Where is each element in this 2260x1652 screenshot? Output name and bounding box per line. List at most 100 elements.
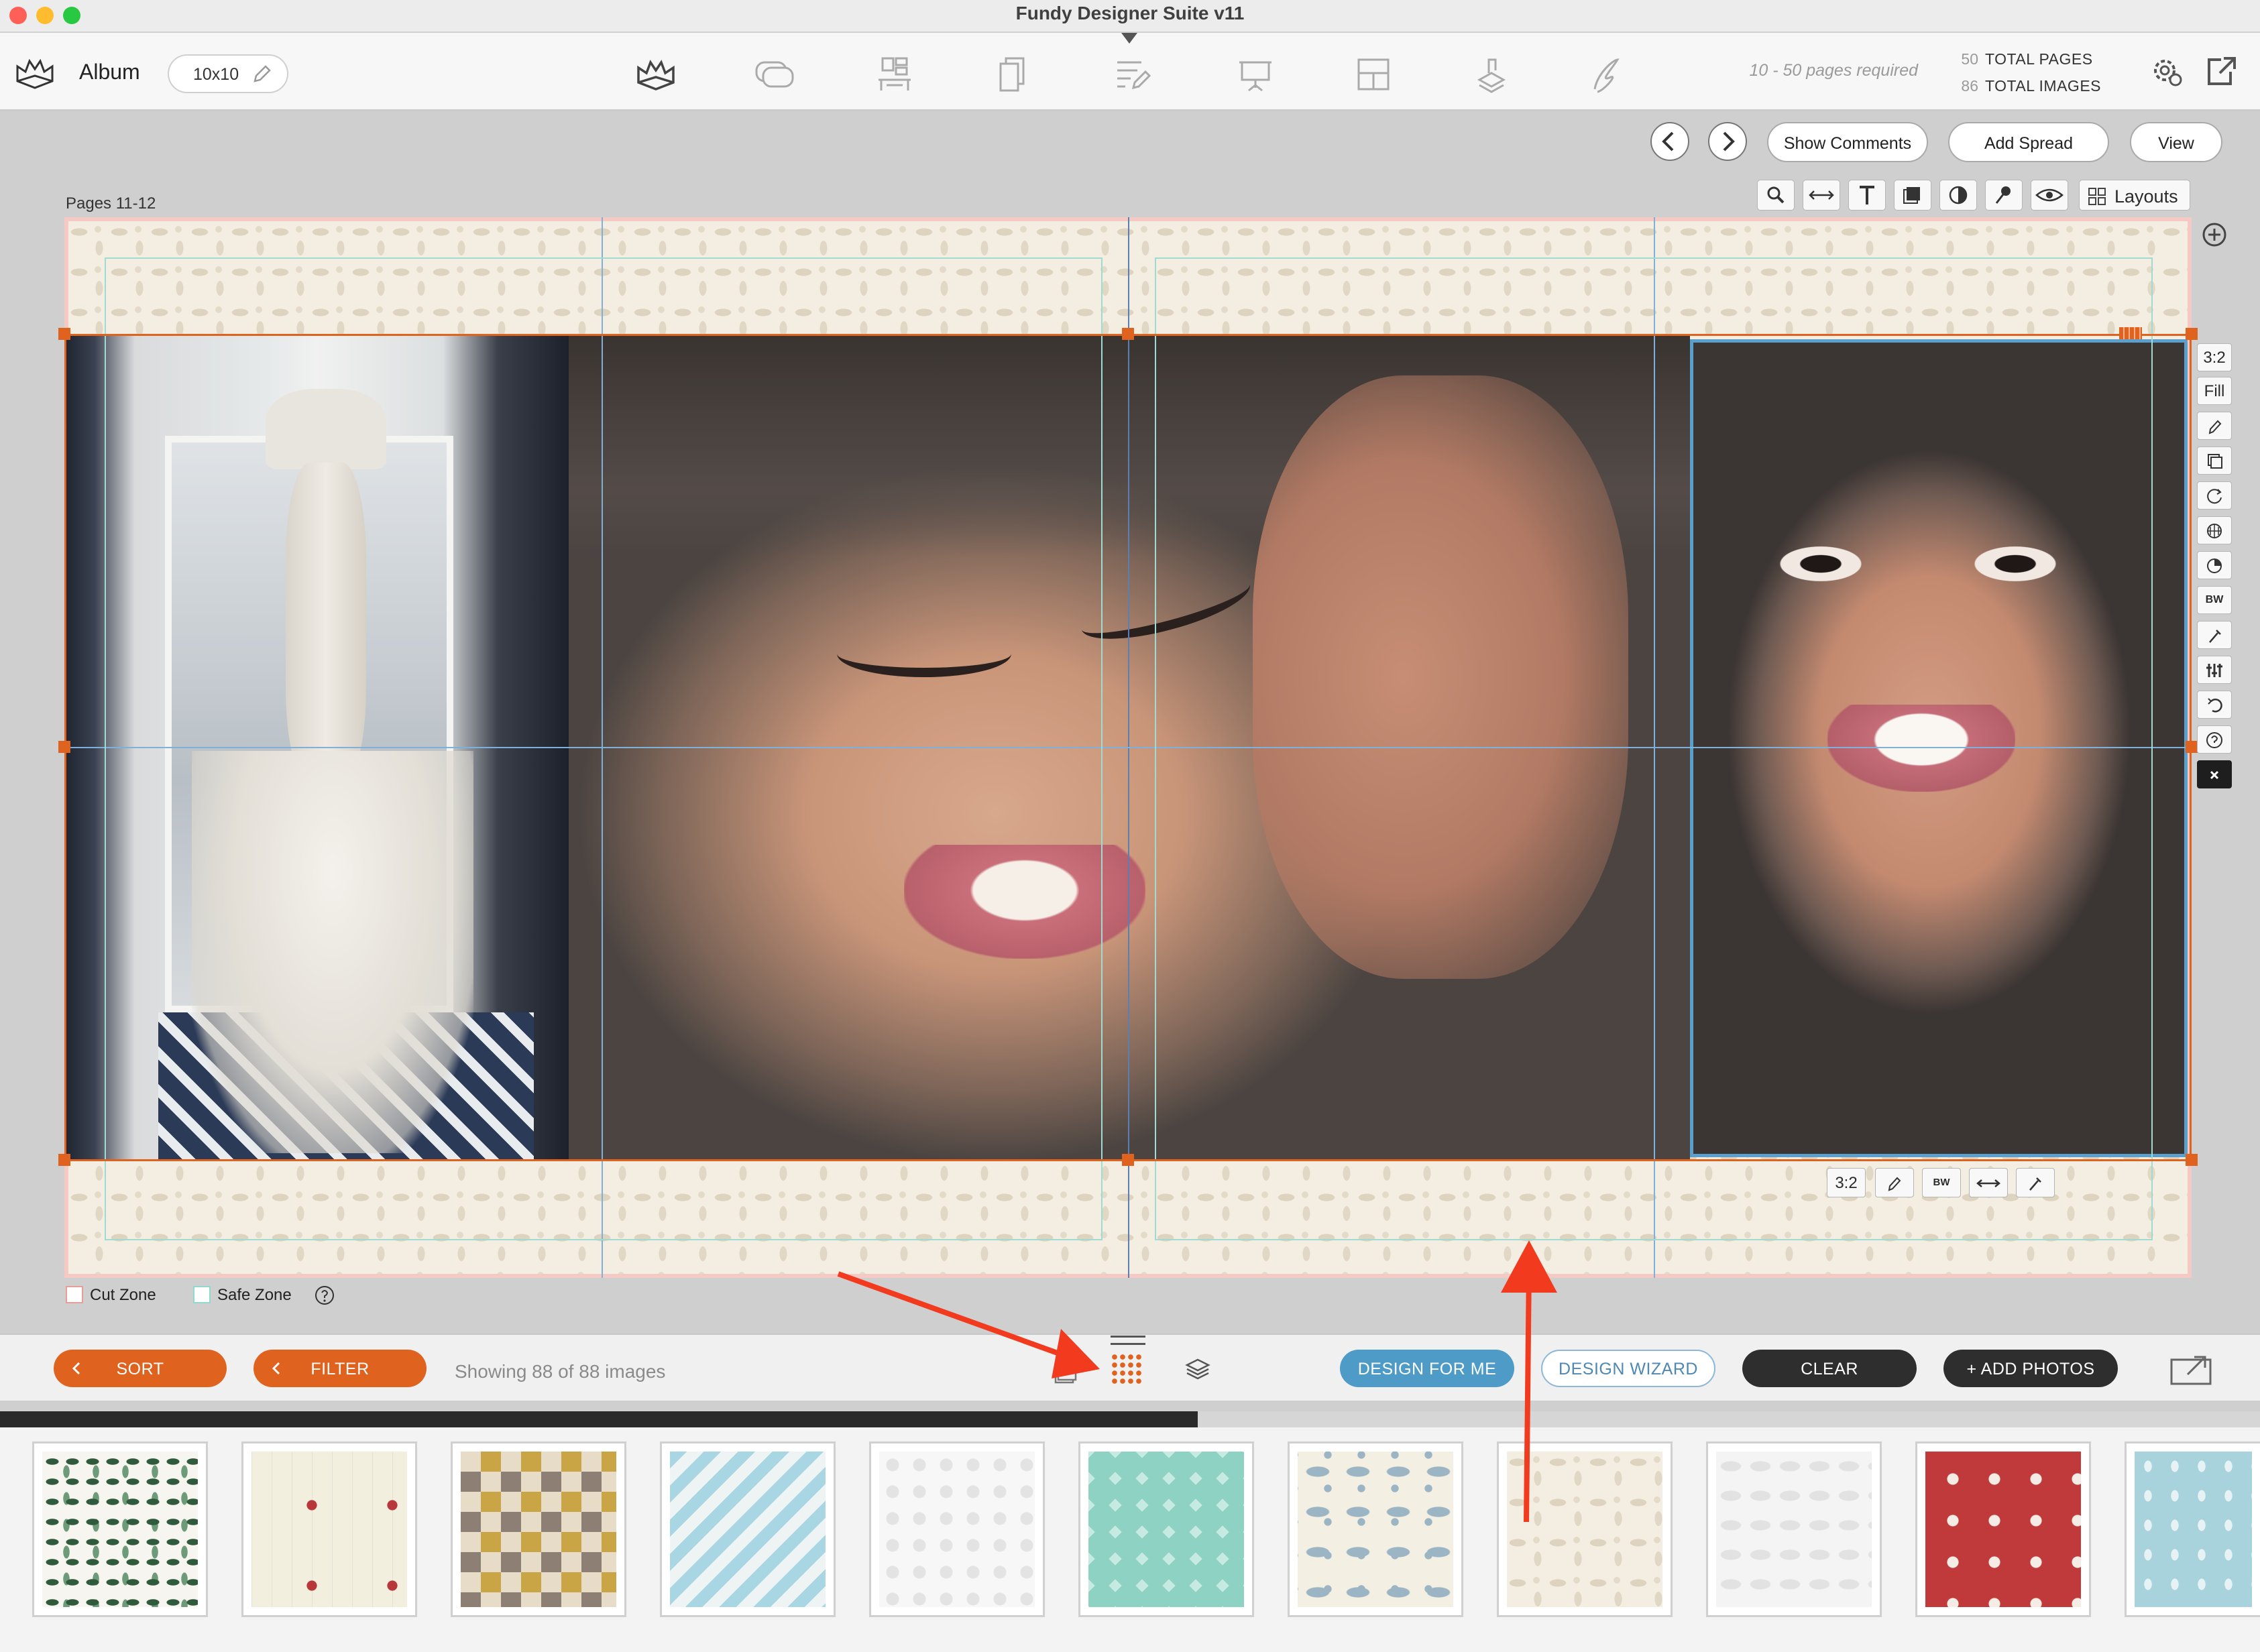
pencil-icon [1888,1177,1901,1191]
slideshow-icon[interactable] [1234,53,1277,96]
question-icon [2206,732,2222,748]
color-adjust-button[interactable] [2197,551,2232,579]
external-window-icon[interactable] [2201,53,2239,91]
color-tool-button[interactable] [1939,180,1977,211]
resize-handle[interactable] [2186,1154,2198,1166]
chevron-left-icon [272,1362,280,1375]
layouts-button[interactable]: Layouts [2079,180,2190,211]
active-tab-indicator [1121,33,1137,44]
crop-grid-button[interactable] [2197,516,2232,544]
blog-collage-icon[interactable] [1352,53,1395,96]
pencil-icon [249,62,272,85]
rotate-button[interactable] [2197,481,2232,510]
chevron-left-icon [72,1362,80,1375]
resize-handle[interactable] [58,741,70,753]
comments-icon[interactable] [752,53,795,96]
resize-handle[interactable] [1122,1154,1134,1166]
filter-label: FILTER [310,1360,370,1378]
preview-tool-button[interactable] [2031,180,2068,211]
background-thumbnail[interactable] [32,1441,208,1617]
album-size-pill[interactable]: 10x10 [168,54,288,93]
drag-grip-icon[interactable] [2119,327,2142,339]
photo-retouch-button[interactable] [2016,1168,2055,1197]
text-tool-button[interactable] [1848,180,1886,211]
album-tab-icon[interactable] [634,53,677,96]
grid-icon [2088,188,2106,205]
wall-art-icon[interactable] [873,53,916,96]
album-size-label: 10x10 [193,65,239,84]
cut-zone-swatch [66,1286,83,1303]
resize-handle[interactable] [58,1154,70,1166]
eyedropper-icon [2029,1177,2041,1191]
adjustments-button[interactable] [2197,656,2232,684]
chevron-left-icon [1662,131,1674,152]
total-images-label: TOTAL IMAGES [1985,77,2101,95]
main-toolbar: Album 10x10 10 - 50 pages required 50 TO… [0,33,2260,111]
total-pages-value: 50 [1961,50,1978,68]
eyedropper-tool-button[interactable] [1985,180,2023,211]
selection-frame[interactable] [64,334,2192,1161]
black-white-button[interactable]: BW [2197,586,2232,614]
resize-handle[interactable] [2186,741,2198,753]
safe-zone-swatch [193,1286,211,1303]
pin-icon [1995,186,2011,204]
show-comments-button[interactable]: Show Comments [1767,122,1928,162]
photo-edit-button[interactable] [1875,1168,1914,1197]
width-tool-button[interactable] [1803,180,1840,211]
shadow-tool-button[interactable] [1894,180,1931,211]
photo-aspect-button[interactable]: 3:2 [1827,1168,1866,1197]
close-icon [2210,770,2219,780]
horizontal-arrows-icon [1976,1179,2000,1187]
text-icon [1860,186,1874,204]
title-bar: Fundy Designer Suite v11 [0,0,2260,32]
edit-pencil-button[interactable] [2197,412,2232,440]
undo-button[interactable] [2197,691,2232,719]
next-spread-button[interactable] [1708,122,1747,161]
view-button[interactable]: View [2130,122,2222,162]
sales-icon[interactable] [1470,53,1513,96]
previous-spread-button[interactable] [1650,122,1689,161]
grid-target-icon [2207,524,2222,538]
remove-image-button[interactable] [2197,760,2232,788]
aspect-ratio-button[interactable]: 3:2 [2197,343,2232,371]
add-spread-button[interactable]: Add Spread [1948,122,2109,162]
background-thumbnail[interactable] [660,1441,836,1617]
retouch-button[interactable] [2197,621,2232,649]
resize-handle[interactable] [2186,328,2198,340]
settings-gear-icon[interactable] [2149,53,2186,91]
shadow-box-icon [1903,187,1920,204]
chevron-right-icon [1723,131,1735,152]
horizontal-arrows-icon [1809,190,1834,200]
album-icon[interactable] [13,52,56,95]
image-count-text: Showing 88 of 88 images [455,1361,666,1382]
signature-icon[interactable] [1584,53,1627,96]
copy-icon [2208,454,2222,469]
rotate-icon [2207,489,2222,504]
window-title: Fundy Designer Suite v11 [1015,3,1245,23]
sort-button[interactable]: SORT [54,1350,227,1387]
photo-flip-button[interactable] [1969,1168,2008,1197]
magnifier-icon [1767,186,1785,204]
filter-button[interactable]: FILTER [253,1350,427,1387]
total-images-value: 86 [1961,77,1978,95]
background-thumbnail[interactable] [451,1441,626,1617]
help-button[interactable] [2197,725,2232,754]
sort-label: SORT [116,1360,164,1378]
proofing-icon[interactable] [1111,53,1153,96]
resize-handle[interactable] [58,328,70,340]
fill-button[interactable]: Fill [2197,377,2232,405]
undo-icon [2208,698,2222,713]
cards-icon[interactable] [991,53,1034,96]
background-thumbnail[interactable] [241,1441,417,1617]
product-label: Album [79,60,140,84]
photo-bw-button[interactable]: BW [1922,1168,1961,1197]
eye-icon [2035,188,2064,202]
add-page-plus-icon[interactable] [2201,221,2228,248]
zone-help-icon[interactable] [314,1285,335,1306]
pages-required-note: 10 - 50 pages required [1749,61,1918,80]
zoom-tool-button[interactable] [1757,180,1795,211]
layouts-label: Layouts [2114,186,2178,206]
duplicate-button[interactable] [2197,447,2232,475]
contrast-icon [1949,186,1968,204]
resize-handle[interactable] [1122,328,1134,340]
